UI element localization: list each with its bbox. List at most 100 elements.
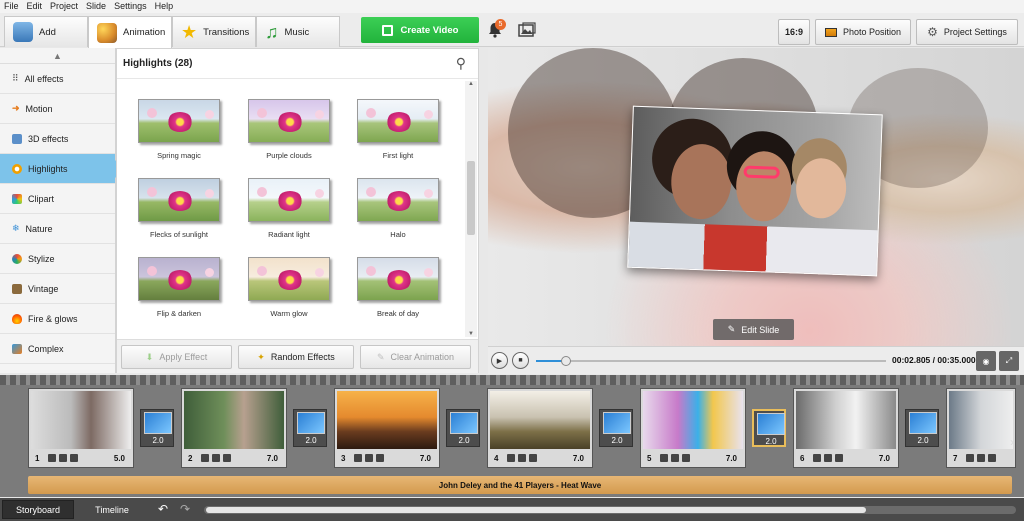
- tab-music-label: Music: [284, 26, 310, 38]
- pencil-icon[interactable]: [507, 454, 515, 462]
- effect-flip-darken[interactable]: Flip & darken: [124, 257, 234, 318]
- playback-knob[interactable]: [561, 356, 571, 366]
- slide-thumb[interactable]: 2 7.0: [181, 388, 287, 468]
- category-highlights[interactable]: Highlights: [0, 154, 124, 184]
- effect-spring-magic[interactable]: Spring magic: [124, 99, 234, 160]
- effect-purple-clouds[interactable]: Purple clouds: [234, 99, 344, 160]
- speaker-icon[interactable]: [988, 454, 996, 462]
- tab-add[interactable]: Add: [4, 16, 88, 47]
- undo-icon[interactable]: ↶: [158, 502, 168, 516]
- snapshot-button[interactable]: ◉: [976, 351, 996, 371]
- tab-music[interactable]: ♫ Music: [256, 16, 340, 47]
- speaker-icon[interactable]: [682, 454, 690, 462]
- zoom-icon[interactable]: [212, 454, 220, 462]
- pencil-icon[interactable]: [813, 454, 821, 462]
- apply-effect-label: Apply Effect: [159, 352, 208, 362]
- scrollbar-thumb[interactable]: [467, 161, 475, 235]
- effect-first-light[interactable]: First light: [343, 99, 453, 160]
- pencil-icon[interactable]: [660, 454, 668, 462]
- slide-thumb[interactable]: 7: [946, 388, 1016, 468]
- edit-slide-button[interactable]: ✎ Edit Slide: [713, 319, 794, 340]
- clear-animation-button[interactable]: ✎ Clear Animation: [360, 345, 471, 369]
- tab-timeline[interactable]: Timeline: [76, 500, 148, 519]
- slide-thumb[interactable]: 1 5.0: [28, 388, 134, 468]
- slide-photo[interactable]: [627, 105, 883, 277]
- speaker-icon[interactable]: [835, 454, 843, 462]
- category-fire-glows[interactable]: Fire & glows: [0, 304, 115, 334]
- zoom-icon[interactable]: [977, 454, 985, 462]
- speaker-icon[interactable]: [223, 454, 231, 462]
- scroll-up-arrow[interactable]: ▲: [465, 81, 477, 87]
- menu-file[interactable]: File: [4, 0, 19, 13]
- zoom-icon[interactable]: [365, 454, 373, 462]
- slide-toolbar: 6 7.0: [796, 451, 896, 465]
- fullscreen-button[interactable]: ⤢: [999, 351, 1019, 371]
- pencil-icon[interactable]: [201, 454, 209, 462]
- transition-icon: [450, 412, 478, 434]
- transition-thumb[interactable]: 2.0: [905, 409, 939, 447]
- slide-thumb[interactable]: 4 7.0: [487, 388, 593, 468]
- transition-thumb[interactable]: 2.0: [446, 409, 480, 447]
- slide-thumb[interactable]: 6 7.0: [793, 388, 899, 468]
- slide-thumb[interactable]: 3 7.0: [334, 388, 440, 468]
- apply-effect-button[interactable]: ⬇ Apply Effect: [121, 345, 232, 369]
- play-button[interactable]: ▶: [491, 352, 508, 369]
- chevron-right-icon[interactable]: ›: [1010, 435, 1014, 449]
- transition-thumb[interactable]: 2.0: [140, 409, 174, 447]
- pencil-icon[interactable]: [354, 454, 362, 462]
- tab-transitions[interactable]: ★ Transitions: [172, 16, 256, 47]
- category-3d-effects[interactable]: 3D effects: [0, 124, 115, 154]
- effect-break-of-day[interactable]: Break of day: [343, 257, 453, 318]
- aspect-ratio-button[interactable]: 16:9: [778, 19, 810, 45]
- category-vintage[interactable]: Vintage: [0, 274, 115, 304]
- effect-thumbnail: [138, 99, 220, 143]
- zoom-icon[interactable]: [671, 454, 679, 462]
- photo-icon[interactable]: [518, 22, 536, 38]
- pencil-icon[interactable]: [48, 454, 56, 462]
- audio-track[interactable]: John Deley and the 41 Players - Heat Wav…: [28, 476, 1012, 494]
- zoom-icon[interactable]: [824, 454, 832, 462]
- photo-position-button[interactable]: Photo Position: [815, 19, 911, 45]
- speaker-icon[interactable]: [70, 454, 78, 462]
- scroll-up-arrow[interactable]: ▲: [0, 48, 115, 64]
- redo-icon[interactable]: ↷: [180, 502, 190, 516]
- create-video-button[interactable]: Create Video: [361, 17, 479, 43]
- category-stylize[interactable]: Stylize: [0, 244, 115, 274]
- slide-thumb[interactable]: 5 7.0: [640, 388, 746, 468]
- zoom-icon[interactable]: [518, 454, 526, 462]
- category-all-effects[interactable]: ⠿ All effects: [0, 64, 115, 94]
- transition-thumb[interactable]: 2.0: [599, 409, 633, 447]
- effect-halo[interactable]: Halo: [343, 178, 453, 239]
- menu-project[interactable]: Project: [50, 0, 78, 13]
- category-nature[interactable]: ❄ Nature: [0, 214, 115, 244]
- menu-help[interactable]: Help: [155, 0, 174, 13]
- transition-thumb[interactable]: 2.0: [293, 409, 327, 447]
- tab-storyboard[interactable]: Storyboard: [2, 500, 74, 519]
- transition-thumb-selected[interactable]: 2.0: [752, 409, 786, 447]
- gallery-scrollbar[interactable]: ▲ ▼: [465, 81, 477, 337]
- category-complex[interactable]: Complex: [0, 334, 115, 364]
- scroll-down-arrow[interactable]: ▼: [465, 331, 477, 337]
- slide-number: 3: [341, 453, 346, 463]
- storyboard-scrollbar[interactable]: [204, 506, 1016, 514]
- random-effects-button[interactable]: ✦ Random Effects: [238, 345, 354, 369]
- effect-flecks-of-sunlight[interactable]: Flecks of sunlight: [124, 178, 234, 239]
- project-settings-button[interactable]: ⚙ Project Settings: [916, 19, 1018, 45]
- category-motion[interactable]: ➜ Motion: [0, 94, 115, 124]
- speaker-icon[interactable]: [376, 454, 384, 462]
- zoom-icon[interactable]: [59, 454, 67, 462]
- speaker-icon[interactable]: [529, 454, 537, 462]
- effect-radiant-light[interactable]: Radiant light: [234, 178, 344, 239]
- stop-button[interactable]: ■: [512, 352, 529, 369]
- playback-slider[interactable]: [536, 356, 886, 366]
- menu-settings[interactable]: Settings: [114, 0, 147, 13]
- menu-edit[interactable]: Edit: [27, 0, 43, 13]
- search-icon[interactable]: ⚲: [456, 55, 466, 72]
- pencil-icon[interactable]: [966, 454, 974, 462]
- effect-warm-glow[interactable]: Warm glow: [234, 257, 344, 318]
- menu-slide[interactable]: Slide: [86, 0, 106, 13]
- grid-dots-icon: ⠿: [12, 73, 19, 83]
- tab-animation[interactable]: Animation: [88, 16, 172, 48]
- category-clipart[interactable]: Clipart: [0, 184, 115, 214]
- scrollbar-thumb[interactable]: [206, 507, 866, 513]
